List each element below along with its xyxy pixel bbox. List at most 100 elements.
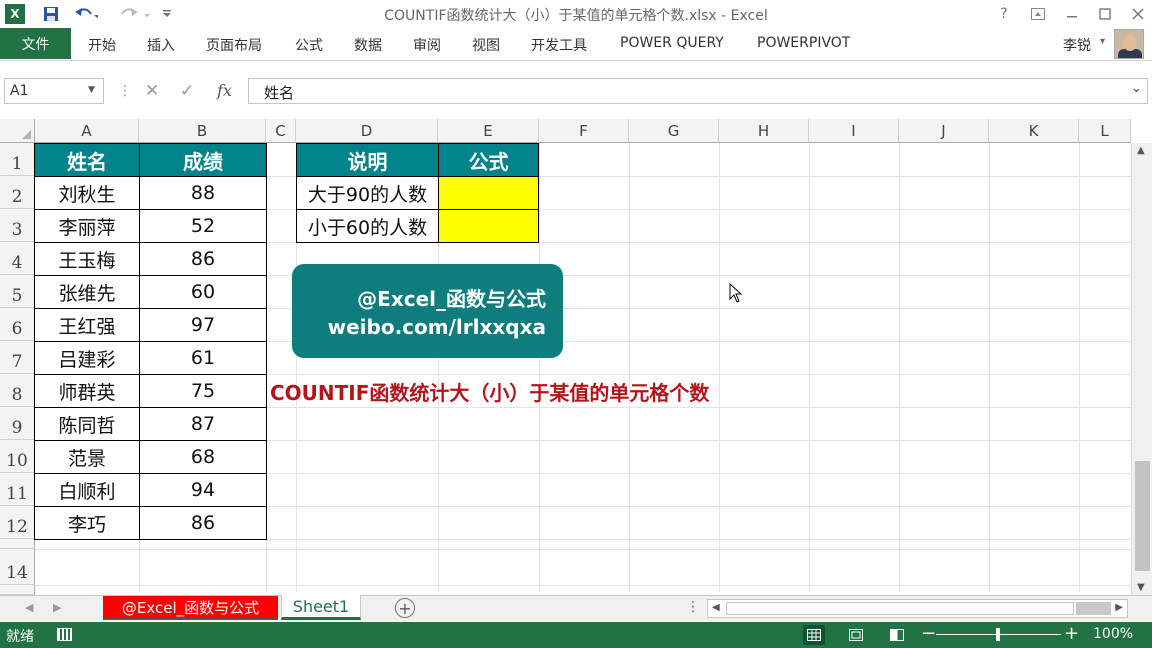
row-header-3[interactable]: 3 bbox=[0, 209, 35, 242]
column-header-c[interactable]: C bbox=[266, 119, 296, 143]
enter-icon[interactable]: ✓ bbox=[180, 81, 194, 101]
table-cell-score[interactable]: 86 bbox=[139, 506, 267, 540]
table-cell-score[interactable]: 52 bbox=[139, 209, 267, 243]
tab-page-layout[interactable]: 页面布局 bbox=[206, 35, 262, 55]
add-sheet-icon[interactable]: + bbox=[395, 598, 415, 618]
table-cell-name[interactable]: 吕建彩 bbox=[34, 341, 140, 375]
table-cell-name[interactable]: 师群英 bbox=[34, 374, 140, 408]
page-break-preview-icon[interactable] bbox=[886, 625, 908, 645]
help-button[interactable]: ? bbox=[993, 3, 1015, 25]
vertical-scrollbar[interactable]: ▲ ▼ bbox=[1131, 143, 1152, 595]
user-name[interactable]: 李锐 bbox=[1063, 35, 1091, 55]
table-cell-score[interactable]: 88 bbox=[139, 176, 267, 210]
tab-split-handle-icon[interactable]: ⋮ bbox=[686, 599, 700, 615]
normal-view-icon[interactable] bbox=[803, 625, 825, 645]
chevron-down-icon[interactable]: ▼ bbox=[88, 85, 95, 95]
avatar[interactable] bbox=[1114, 29, 1144, 59]
close-icon[interactable] bbox=[1127, 3, 1149, 25]
column-header-b[interactable]: B bbox=[139, 119, 266, 143]
row-header-5[interactable]: 5 bbox=[0, 275, 35, 308]
customize-toolbar-icon[interactable] bbox=[160, 4, 174, 24]
row-header-15[interactable] bbox=[0, 585, 35, 595]
horizontal-scrollbar[interactable]: ◀ ▶ bbox=[707, 599, 1128, 618]
insert-function-icon[interactable]: fx bbox=[217, 81, 232, 100]
cell-e3[interactable] bbox=[438, 209, 539, 243]
ribbon-display-options-icon[interactable] bbox=[1027, 3, 1049, 25]
tab-formulas[interactable]: 公式 bbox=[295, 35, 323, 55]
row-header-1[interactable]: 1 bbox=[0, 143, 35, 176]
cell-d2[interactable]: 大于90的人数 bbox=[296, 176, 439, 210]
row-header-9[interactable]: 9 bbox=[0, 407, 35, 440]
sheet-tab-excel-functions[interactable]: @Excel_函数与公式 bbox=[103, 596, 278, 620]
table-cell-score[interactable]: 75 bbox=[139, 374, 267, 408]
row-header-4[interactable]: 4 bbox=[0, 242, 35, 275]
zoom-out-icon[interactable]: − bbox=[921, 623, 936, 644]
page-layout-view-icon[interactable] bbox=[845, 625, 867, 645]
cell-e2[interactable] bbox=[438, 176, 539, 210]
table-cell-name[interactable]: 张维先 bbox=[34, 275, 140, 309]
formula-input[interactable]: 姓名 bbox=[248, 78, 1148, 104]
worksheet-grid[interactable]: A B C D E F G H I J K L 1 2 3 4 5 6 7 8 … bbox=[0, 119, 1152, 595]
cancel-icon[interactable]: ✕ bbox=[145, 81, 159, 101]
table-cell-name[interactable]: 范景 bbox=[34, 440, 140, 474]
table-cell-name[interactable]: 李巧 bbox=[34, 506, 140, 540]
tab-developer[interactable]: 开发工具 bbox=[531, 35, 587, 55]
row-header-7[interactable]: 7 bbox=[0, 341, 35, 374]
tab-data[interactable]: 数据 bbox=[354, 35, 382, 55]
column-header-g[interactable]: G bbox=[629, 119, 719, 143]
column-header-l[interactable]: L bbox=[1079, 119, 1131, 143]
zoom-level[interactable]: 100% bbox=[1093, 626, 1133, 642]
cell-b1[interactable]: 成绩 bbox=[139, 143, 267, 177]
horizontal-scroll-thumb[interactable] bbox=[726, 602, 1074, 615]
tab-file[interactable]: 文件 bbox=[0, 28, 71, 59]
row-header-13-hidden[interactable] bbox=[0, 539, 35, 549]
column-header-k[interactable]: K bbox=[989, 119, 1079, 143]
tab-home[interactable]: 开始 bbox=[88, 35, 116, 55]
table-cell-score[interactable]: 87 bbox=[139, 407, 267, 441]
row-header-8[interactable]: 8 bbox=[0, 374, 35, 407]
table-cell-name[interactable]: 王红强 bbox=[34, 308, 140, 342]
column-header-j[interactable]: J bbox=[899, 119, 989, 143]
cell-e1[interactable]: 公式 bbox=[438, 143, 539, 177]
horizontal-scroll-track[interactable] bbox=[1076, 602, 1111, 615]
table-cell-score[interactable]: 61 bbox=[139, 341, 267, 375]
table-cell-name[interactable]: 王玉梅 bbox=[34, 242, 140, 276]
tab-powerpivot[interactable]: POWERPIVOT bbox=[757, 35, 850, 51]
row-header-10[interactable]: 10 bbox=[0, 440, 35, 473]
table-cell-name[interactable]: 刘秋生 bbox=[34, 176, 140, 210]
tab-insert[interactable]: 插入 bbox=[147, 35, 175, 55]
undo-icon[interactable] bbox=[72, 4, 100, 24]
redo-icon[interactable] bbox=[116, 4, 152, 24]
watermark-badge[interactable]: @Excel_函数与公式 weibo.com/lrlxxqxa bbox=[292, 264, 563, 358]
select-all-button[interactable] bbox=[0, 119, 35, 143]
scroll-right-icon[interactable]: ▶ bbox=[1115, 602, 1123, 613]
vertical-scroll-thumb[interactable] bbox=[1135, 461, 1150, 571]
table-cell-name[interactable]: 陈同哲 bbox=[34, 407, 140, 441]
tab-power-query[interactable]: POWER QUERY bbox=[620, 35, 724, 51]
row-header-6[interactable]: 6 bbox=[0, 308, 35, 341]
column-header-i[interactable]: I bbox=[809, 119, 899, 143]
chevron-down-icon[interactable]: ▾ bbox=[1100, 36, 1105, 47]
restore-icon[interactable] bbox=[1094, 3, 1116, 25]
row-header-14[interactable]: 14 bbox=[0, 549, 35, 585]
cell-d1[interactable]: 说明 bbox=[296, 143, 439, 177]
row-header-11[interactable]: 11 bbox=[0, 473, 35, 506]
tab-view[interactable]: 视图 bbox=[472, 35, 500, 55]
scroll-left-icon[interactable]: ◀ bbox=[712, 602, 720, 613]
column-header-h[interactable]: H bbox=[719, 119, 809, 143]
save-icon[interactable] bbox=[40, 4, 62, 24]
scroll-down-icon[interactable]: ▼ bbox=[1137, 582, 1145, 593]
cell-a1[interactable]: 姓名 bbox=[34, 143, 140, 177]
table-cell-score[interactable]: 86 bbox=[139, 242, 267, 276]
column-header-e[interactable]: E bbox=[438, 119, 539, 143]
scroll-up-icon[interactable]: ▲ bbox=[1137, 145, 1145, 156]
column-header-f[interactable]: F bbox=[539, 119, 629, 143]
zoom-in-icon[interactable]: + bbox=[1064, 623, 1079, 644]
column-header-d[interactable]: D bbox=[296, 119, 438, 143]
more-options-icon[interactable]: ⋮ bbox=[118, 83, 132, 99]
macro-recording-icon[interactable] bbox=[57, 628, 72, 641]
zoom-slider-thumb[interactable] bbox=[996, 628, 1000, 641]
minimize-icon[interactable] bbox=[1061, 3, 1083, 25]
expand-formula-bar-icon[interactable]: ⌄ bbox=[1131, 81, 1142, 96]
table-cell-name[interactable]: 李丽萍 bbox=[34, 209, 140, 243]
